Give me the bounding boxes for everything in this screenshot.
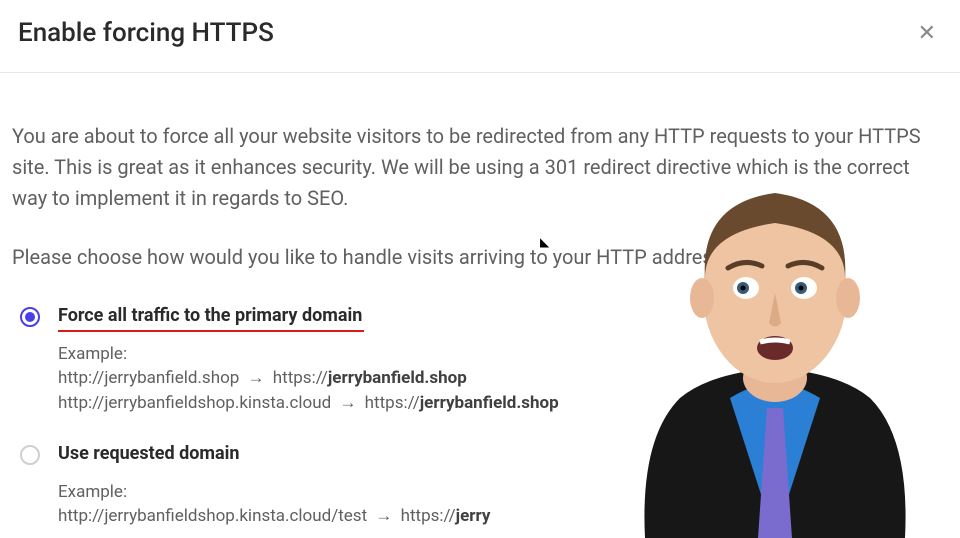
radio-unselected-icon[interactable] bbox=[20, 445, 40, 465]
example-to-prefix: https:// bbox=[401, 506, 456, 526]
example-label: Example: bbox=[58, 482, 948, 502]
dialog-title: Enable forcing HTTPS bbox=[18, 18, 274, 48]
close-button[interactable]: ✕ bbox=[914, 18, 940, 48]
example-line-2: http://jerrybanfieldshop.kinsta.cloud → … bbox=[58, 391, 948, 416]
example-to-bold: jerrybanfield.shop bbox=[328, 368, 467, 388]
example-from: http://jerrybanfieldshop.kinsta.cloud bbox=[58, 393, 331, 413]
arrow-icon: → bbox=[339, 391, 356, 416]
example-from: http://jerrybanfield.shop bbox=[58, 368, 239, 388]
dialog-header: Enable forcing HTTPS ✕ bbox=[0, 0, 960, 73]
option-label: Use requested domain bbox=[58, 443, 239, 464]
cursor-icon: ◣ bbox=[540, 235, 549, 249]
example-line-1: http://jerrybanfieldshop.kinsta.cloud/te… bbox=[58, 504, 948, 529]
prompt-text: Please choose how would you like to hand… bbox=[12, 242, 948, 273]
example-from: http://jerrybanfieldshop.kinsta.cloud/te… bbox=[58, 506, 367, 526]
arrow-icon: → bbox=[375, 504, 392, 529]
arrow-icon: → bbox=[248, 366, 265, 391]
option-label: Force all traffic to the primary domain bbox=[58, 305, 362, 326]
radio-selected-icon[interactable] bbox=[20, 307, 40, 327]
example-line-1: http://jerrybanfield.shop → https://jerr… bbox=[58, 366, 948, 391]
dialog-content: You are about to force all your website … bbox=[0, 73, 960, 529]
example-label: Example: bbox=[58, 344, 948, 364]
option-force-primary[interactable]: Force all traffic to the primary domain … bbox=[12, 305, 948, 415]
option-requested-domain[interactable]: Use requested domain Example: http://jer… bbox=[12, 443, 948, 529]
example-to-bold: jerry bbox=[456, 506, 491, 526]
description-text: You are about to force all your website … bbox=[12, 121, 948, 214]
example-to-prefix: https:// bbox=[365, 393, 420, 413]
option-body: Use requested domain Example: http://jer… bbox=[58, 443, 948, 529]
option-body: Force all traffic to the primary domain … bbox=[58, 305, 948, 415]
example-to-bold: jerrybanfield.shop bbox=[420, 393, 559, 413]
example-to-prefix: https:// bbox=[273, 368, 328, 388]
